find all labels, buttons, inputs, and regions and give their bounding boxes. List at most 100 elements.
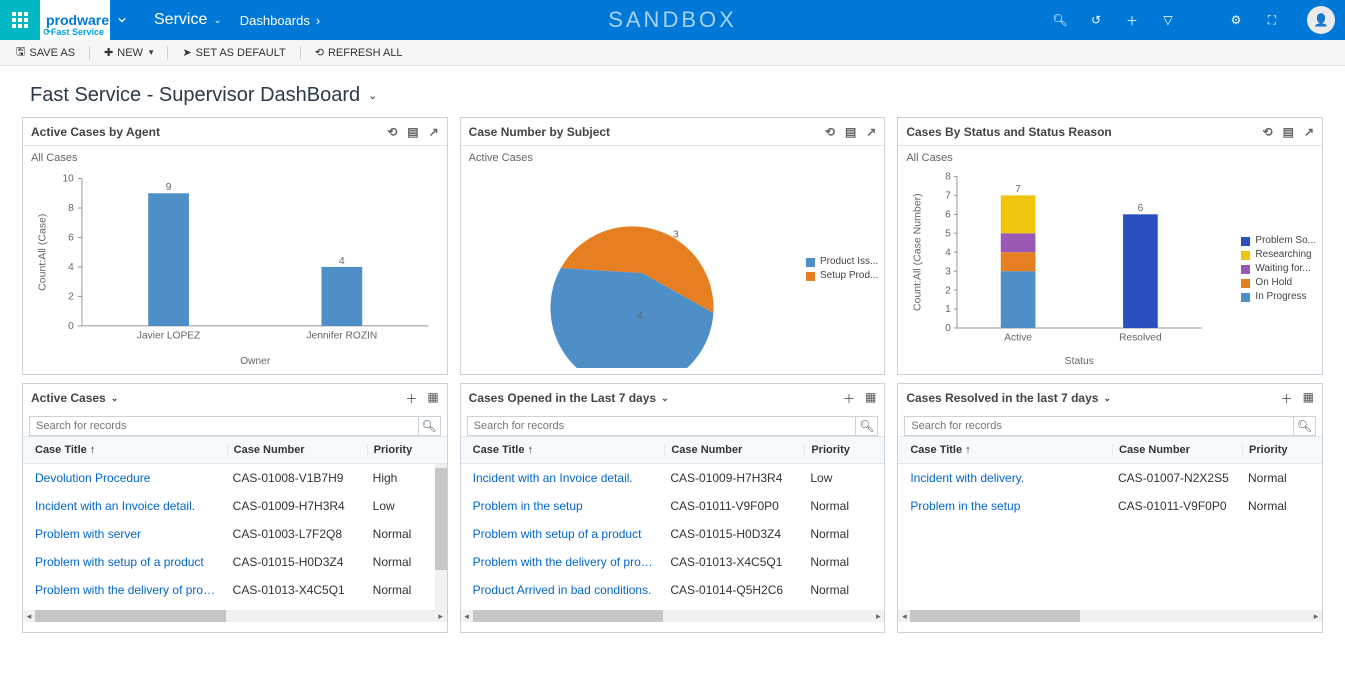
svg-text:5: 5: [946, 228, 952, 239]
col-case-title[interactable]: Case Title ↑: [29, 444, 227, 456]
table-row[interactable]: Problem with serverCAS-01003-L7F2Q8Norma…: [23, 520, 447, 548]
table-row[interactable]: Problem in the setupCAS-01011-V9F0P0Norm…: [461, 492, 885, 520]
table-row[interactable]: Incident with an Invoice detail.CAS-0100…: [23, 492, 447, 520]
app-launcher-button[interactable]: [0, 0, 40, 40]
chevron-down-icon: ⌄: [1103, 393, 1111, 404]
case-title-link[interactable]: Incident with delivery.: [904, 471, 1112, 485]
table-row[interactable]: Problem with the delivery of product 874…: [461, 548, 885, 576]
case-title-link[interactable]: Problem with setup of a product: [467, 527, 665, 541]
list-title[interactable]: Cases Resolved in the last 7 days⌄: [906, 391, 1111, 405]
svg-text:9: 9: [166, 182, 172, 193]
col-case-number[interactable]: Case Number: [227, 444, 367, 456]
records-icon[interactable]: ▤: [1283, 125, 1294, 139]
case-title-link[interactable]: Incident with an Invoice detail.: [467, 471, 665, 485]
case-number-cell: CAS-01015-H0D3Z4: [227, 555, 367, 569]
popout-icon[interactable]: ↗: [429, 125, 439, 139]
case-title-link[interactable]: Problem with server: [29, 527, 227, 541]
scroll-left-arrow[interactable]: ◂: [898, 610, 910, 622]
horizontal-scrollbar[interactable]: ◂ ▸: [461, 610, 885, 622]
scroll-right-arrow[interactable]: ▸: [872, 610, 884, 622]
case-title-link[interactable]: Devolution Procedure: [29, 471, 227, 485]
add-record-button[interactable]: ＋: [843, 390, 855, 407]
page-title: Fast Service - Supervisor DashBoard: [30, 84, 360, 107]
scroll-left-arrow[interactable]: ◂: [23, 610, 35, 622]
scroll-right-arrow[interactable]: ▸: [1310, 610, 1322, 622]
case-title-link[interactable]: Problem in the setup: [467, 499, 665, 513]
svg-text:4: 4: [339, 256, 345, 267]
area-switcher[interactable]: Service ⌄: [134, 11, 222, 29]
table-row[interactable]: Incident with an Invoice detail.CAS-0100…: [461, 464, 885, 492]
search-button[interactable]: 🔍︎: [855, 417, 877, 435]
grid-view-icon[interactable]: ▦: [865, 390, 876, 407]
chevron-right-icon: ›: [316, 13, 320, 28]
table-row[interactable]: Product Arrived in bad conditions.CAS-01…: [461, 576, 885, 604]
new-button[interactable]: ✚NEW▾: [98, 44, 159, 61]
help-expand-icon[interactable]: ⛶: [1263, 13, 1281, 28]
records-icon[interactable]: ▤: [407, 125, 418, 139]
dashboard-selector[interactable]: Fast Service - Supervisor DashBoard ⌄: [0, 66, 1345, 117]
svg-text:2: 2: [946, 285, 952, 296]
sort-asc-icon: ↑: [528, 444, 534, 456]
grid-view-icon[interactable]: ▦: [427, 390, 438, 407]
svg-text:7: 7: [946, 190, 952, 201]
list-title[interactable]: Active Cases⌄: [31, 391, 118, 405]
col-case-title[interactable]: Case Title ↑: [467, 444, 665, 456]
case-title-link[interactable]: Problem with the delivery of product 874…: [467, 555, 665, 569]
add-record-button[interactable]: ＋: [405, 390, 417, 407]
table-row[interactable]: Devolution ProcedureCAS-01008-V1B7H9High: [23, 464, 447, 492]
popout-icon[interactable]: ↗: [1304, 125, 1314, 139]
refresh-icon[interactable]: ⟲: [387, 125, 397, 139]
svg-text:8: 8: [946, 171, 952, 182]
save-as-button[interactable]: 🖫SAVE AS: [10, 41, 81, 64]
col-priority[interactable]: Priority: [367, 444, 447, 456]
subarea-breadcrumb[interactable]: Dashboards ›: [240, 13, 320, 28]
col-priority[interactable]: Priority: [1242, 444, 1322, 456]
case-title-link[interactable]: Incident with an Invoice detail.: [29, 499, 227, 513]
horizontal-scrollbar[interactable]: ◂ ▸: [898, 610, 1322, 622]
search-button[interactable]: 🔍︎: [418, 417, 440, 435]
vertical-scrollbar[interactable]: [435, 464, 447, 610]
filter-icon[interactable]: ▽: [1159, 13, 1177, 27]
search-icon[interactable]: 🔍︎: [1051, 13, 1069, 27]
scroll-right-arrow[interactable]: ▸: [435, 610, 447, 622]
horizontal-scrollbar[interactable]: ◂ ▸: [23, 610, 447, 622]
refresh-icon[interactable]: ⟲: [1263, 125, 1273, 139]
list-title[interactable]: Cases Opened in the Last 7 days⌄: [469, 391, 669, 405]
search-input[interactable]: [30, 417, 418, 435]
scroll-left-arrow[interactable]: ◂: [461, 610, 473, 622]
table-row[interactable]: Problem with setup of a productCAS-01015…: [23, 548, 447, 576]
search-box: 🔍︎: [29, 416, 441, 436]
table-row[interactable]: Problem with the delivery of product 874…: [23, 576, 447, 604]
col-case-number[interactable]: Case Number: [1112, 444, 1242, 456]
case-title-link[interactable]: Product Arrived in bad conditions.: [467, 583, 665, 597]
col-case-number[interactable]: Case Number: [664, 444, 804, 456]
col-case-title[interactable]: Case Title ↑: [904, 444, 1112, 456]
recent-icon[interactable]: ↺: [1087, 13, 1105, 27]
col-priority[interactable]: Priority: [804, 444, 884, 456]
brand-logo: prodware ⟳Fast Service: [40, 0, 110, 40]
refresh-icon[interactable]: ⟲: [825, 125, 835, 139]
settings-gear-icon[interactable]: ⚙: [1227, 13, 1245, 27]
refresh-all-button[interactable]: ⟲REFRESH ALL: [309, 44, 409, 61]
search-button[interactable]: 🔍︎: [1293, 417, 1315, 435]
table-row[interactable]: Problem in the setupCAS-01011-V9F0P0Norm…: [898, 492, 1322, 520]
case-title-link[interactable]: Problem in the setup: [904, 499, 1112, 513]
case-title-link[interactable]: Problem with setup of a product: [29, 555, 227, 569]
table-row[interactable]: Incident with delivery.CAS-01007-N2X2S5N…: [898, 464, 1322, 492]
bar-chart[interactable]: 02468109Javier LOPEZ4Jennifer ROZINOwner…: [31, 168, 439, 368]
add-record-button[interactable]: ＋: [1281, 390, 1293, 407]
case-title-link[interactable]: Problem with the delivery of product 874…: [29, 583, 227, 597]
table-row[interactable]: Problem with setup of a productCAS-01015…: [461, 520, 885, 548]
records-icon[interactable]: ▤: [845, 125, 856, 139]
popout-icon[interactable]: ↗: [866, 125, 876, 139]
search-input[interactable]: [905, 417, 1293, 435]
search-input[interactable]: [468, 417, 856, 435]
case-number-cell: CAS-01013-X4C5Q1: [227, 583, 367, 597]
grid-view-icon[interactable]: ▦: [1303, 390, 1314, 407]
svg-text:6: 6: [68, 233, 74, 244]
brand-dropdown[interactable]: [110, 0, 134, 40]
set-default-button[interactable]: ➤SET AS DEFAULT: [176, 44, 291, 61]
user-avatar[interactable]: 👤: [1307, 6, 1335, 34]
create-icon[interactable]: ＋: [1123, 12, 1141, 29]
svg-text:0: 0: [946, 323, 952, 334]
